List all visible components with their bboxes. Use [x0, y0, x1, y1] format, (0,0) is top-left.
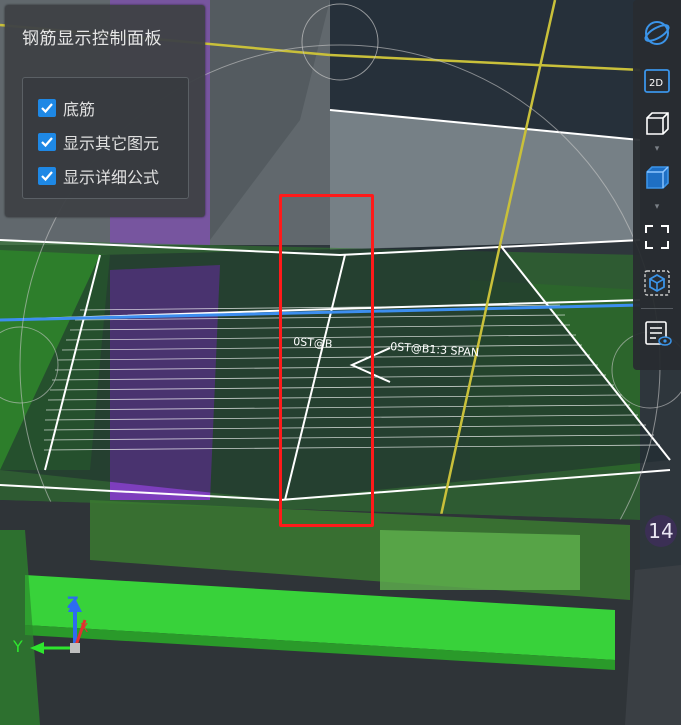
- element-box-button[interactable]: [640, 266, 674, 300]
- 3d-viewport[interactable]: 0ST@B 0ST@B1:3 SPAN Z Y X 钢筋显示控制面板 底筋 显示…: [0, 0, 681, 725]
- svg-text:2D: 2D: [649, 78, 663, 89]
- caret-icon: ▾: [654, 144, 660, 154]
- selection-rectangle: [279, 194, 374, 527]
- check-icon: [41, 103, 53, 114]
- x-label: X: [80, 621, 88, 635]
- element-box-icon: [644, 270, 670, 296]
- panel-title: 钢筋显示控制面板: [22, 29, 162, 49]
- fit-view-button[interactable]: [640, 220, 674, 254]
- lower-green-block: [380, 530, 580, 590]
- orbit-button[interactable]: [640, 16, 674, 50]
- rebar-display-control-panel: 钢筋显示控制面板 底筋 显示其它图元 显示详细公式: [5, 5, 205, 217]
- toolbar-divider: [641, 308, 673, 309]
- z-label: Z: [67, 593, 79, 612]
- option-label: 底筋: [63, 100, 96, 119]
- view-2d-button[interactable]: 2D: [640, 64, 674, 98]
- option-show-detailed-formula[interactable]: 显示详细公式: [38, 165, 159, 187]
- solid-box-icon: [646, 166, 669, 189]
- view-toolbar: 2D ▾ ▾: [633, 0, 681, 370]
- option-show-other-elements[interactable]: 显示其它图元: [38, 131, 159, 153]
- fit-view-icon: [645, 225, 669, 249]
- option-label: 显示详细公式: [63, 168, 160, 187]
- wireframe-box-button[interactable]: [640, 106, 674, 140]
- checkbox-show-detailed-formula[interactable]: [38, 167, 56, 185]
- orbit-icon: [644, 21, 670, 45]
- level-badge: 14: [645, 515, 677, 547]
- list-view-button[interactable]: [640, 316, 674, 350]
- y-label: Y: [12, 637, 23, 656]
- option-label: 显示其它图元: [63, 134, 160, 153]
- option-bottom-rebar[interactable]: 底筋: [38, 97, 95, 119]
- view-2d-icon: 2D: [644, 69, 670, 93]
- caret-icon: ▾: [654, 202, 660, 212]
- solid-box-button[interactable]: [640, 160, 674, 194]
- wireframe-box-icon: [646, 112, 669, 135]
- list-view-icon: [645, 321, 672, 346]
- checkbox-show-other-elements[interactable]: [38, 133, 56, 151]
- options-group: 底筋 显示其它图元 显示详细公式: [22, 77, 189, 199]
- checkbox-bottom-rebar[interactable]: [38, 99, 56, 117]
- check-icon: [41, 137, 53, 148]
- check-icon: [41, 171, 53, 182]
